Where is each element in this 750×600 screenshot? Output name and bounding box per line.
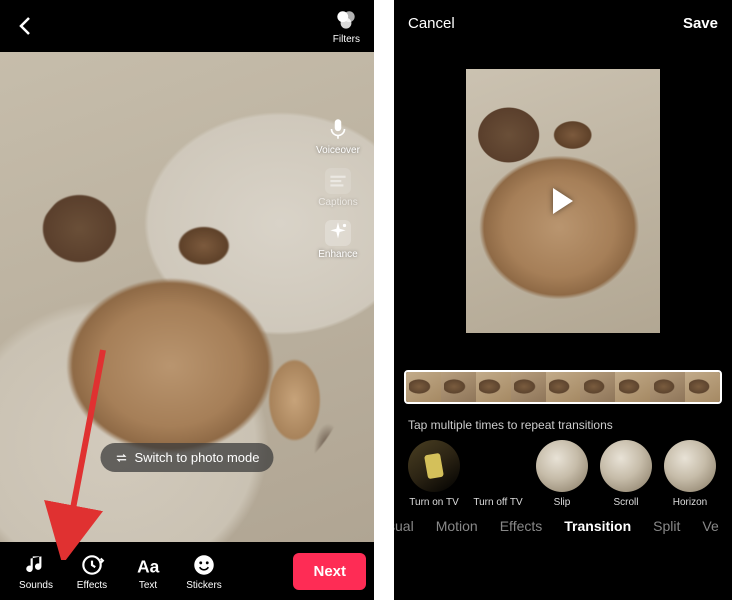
category-tabs: sual Motion Effects Transition Split Ve bbox=[394, 508, 732, 534]
top-bar: Cancel Save bbox=[394, 0, 732, 46]
timeline-frame bbox=[546, 372, 581, 402]
switch-photo-mode-button[interactable]: Switch to photo mode bbox=[100, 443, 273, 472]
switch-label: Switch to photo mode bbox=[134, 450, 259, 465]
transition-label: Scroll bbox=[613, 497, 638, 508]
play-icon bbox=[553, 188, 573, 214]
timeline-frame bbox=[476, 372, 511, 402]
enhance-icon bbox=[325, 220, 351, 246]
save-button[interactable]: Save bbox=[683, 15, 718, 32]
timeline-frame bbox=[615, 372, 650, 402]
transition-thumb bbox=[472, 440, 524, 492]
svg-text:Aa: Aa bbox=[137, 556, 160, 576]
timeline-frame bbox=[511, 372, 546, 402]
text-label: Text bbox=[139, 580, 157, 591]
enhance-button[interactable]: Enhance bbox=[318, 220, 357, 260]
timeline-frame bbox=[685, 372, 720, 402]
editor-screen: Filters Voiceover Captions Enhance bbox=[0, 0, 374, 600]
filters-button[interactable]: Filters bbox=[333, 8, 360, 45]
hint-text: Tap multiple times to repeat transitions bbox=[394, 404, 732, 440]
bottom-toolbar: Sounds Effects Aa Text Stickers Next bbox=[0, 542, 374, 600]
text-button[interactable]: Aa Text bbox=[120, 552, 176, 591]
transitions-screen: Cancel Save Tap multiple times to repeat… bbox=[394, 0, 732, 600]
side-toolbar: Voiceover Captions Enhance bbox=[308, 116, 368, 260]
timeline-frame bbox=[441, 372, 476, 402]
captions-label: Captions bbox=[318, 197, 357, 208]
transition-thumb bbox=[536, 440, 588, 492]
filters-label: Filters bbox=[333, 34, 360, 45]
tab-split[interactable]: Split bbox=[653, 518, 680, 534]
transition-thumb bbox=[664, 440, 716, 492]
tab-transition[interactable]: Transition bbox=[564, 518, 631, 534]
tab-effects[interactable]: Effects bbox=[500, 518, 543, 534]
transition-options: Turn on TV Turn off TV Slip Scroll Horiz… bbox=[394, 440, 732, 508]
timeline-frame bbox=[406, 372, 441, 402]
effects-button[interactable]: Effects bbox=[64, 552, 120, 591]
transition-horizon[interactable]: Horizon bbox=[662, 440, 718, 508]
transition-slip[interactable]: Slip bbox=[534, 440, 590, 508]
transition-label: Slip bbox=[554, 497, 571, 508]
timeline-frame bbox=[580, 372, 615, 402]
enhance-label: Enhance bbox=[318, 249, 357, 260]
sounds-label: Sounds bbox=[19, 580, 53, 591]
transition-turn-off-tv[interactable]: Turn off TV bbox=[470, 440, 526, 508]
clock-icon bbox=[79, 552, 105, 578]
effects-label: Effects bbox=[77, 580, 107, 591]
filters-icon bbox=[333, 8, 359, 34]
microphone-icon bbox=[325, 116, 351, 142]
timeline-frame bbox=[650, 372, 685, 402]
next-button[interactable]: Next bbox=[293, 553, 366, 590]
sounds-button[interactable]: Sounds bbox=[8, 552, 64, 591]
swap-icon bbox=[114, 451, 128, 465]
stickers-label: Stickers bbox=[186, 580, 222, 591]
preview-area bbox=[394, 46, 732, 356]
captions-button[interactable]: Captions bbox=[318, 168, 357, 208]
top-bar: Filters bbox=[0, 0, 374, 52]
transition-turn-on-tv[interactable]: Turn on TV bbox=[406, 440, 462, 508]
back-button[interactable] bbox=[14, 14, 38, 38]
chevron-left-icon bbox=[14, 14, 38, 38]
stickers-button[interactable]: Stickers bbox=[176, 552, 232, 591]
transition-label: Turn off TV bbox=[473, 497, 522, 508]
captions-icon bbox=[325, 168, 351, 194]
transition-label: Horizon bbox=[673, 497, 707, 508]
voiceover-label: Voiceover bbox=[316, 145, 360, 156]
tab-motion[interactable]: Motion bbox=[436, 518, 478, 534]
music-note-icon bbox=[23, 552, 49, 578]
timeline[interactable] bbox=[404, 370, 722, 404]
transition-thumb bbox=[600, 440, 652, 492]
video-preview[interactable]: Voiceover Captions Enhance Switch to pho… bbox=[0, 52, 374, 542]
text-icon: Aa bbox=[135, 552, 161, 578]
transition-thumb bbox=[408, 440, 460, 492]
transition-scroll[interactable]: Scroll bbox=[598, 440, 654, 508]
video-preview[interactable] bbox=[466, 51, 660, 351]
cancel-button[interactable]: Cancel bbox=[408, 15, 455, 32]
voiceover-button[interactable]: Voiceover bbox=[316, 116, 360, 156]
transition-label: Turn on TV bbox=[409, 497, 458, 508]
smiley-icon bbox=[191, 552, 217, 578]
tab-vertical[interactable]: Ve bbox=[702, 518, 718, 534]
tab-visual[interactable]: sual bbox=[394, 518, 414, 534]
